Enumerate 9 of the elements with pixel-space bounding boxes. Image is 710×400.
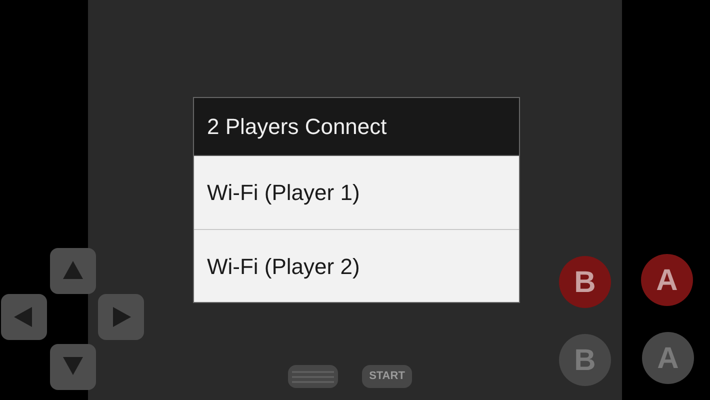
dpad-button[interactable] bbox=[50, 344, 96, 390]
dialog-title: 2 Players Connect bbox=[207, 113, 387, 141]
start-button[interactable]: START bbox=[362, 365, 412, 388]
dpad-button[interactable] bbox=[50, 248, 96, 294]
list-item[interactable]: Wi-Fi (Player 1) bbox=[194, 156, 519, 229]
list-item[interactable]: Wi-Fi (Player 2) bbox=[194, 229, 519, 302]
dpad-button[interactable] bbox=[1, 294, 47, 340]
dpad-button[interactable] bbox=[98, 294, 144, 340]
select-button[interactable] bbox=[288, 365, 338, 388]
